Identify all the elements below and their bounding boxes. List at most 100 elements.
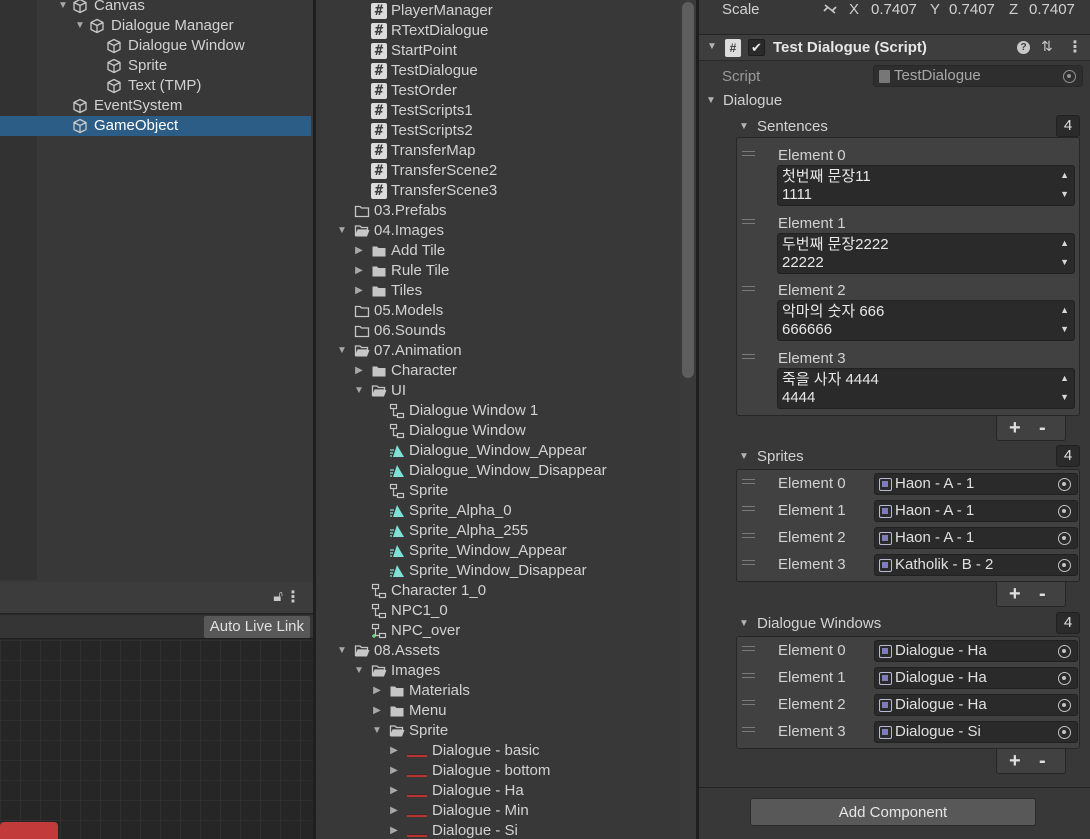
scroll-down-icon[interactable]: ▼ <box>1060 257 1069 267</box>
reorder-handle-icon[interactable] <box>742 506 755 511</box>
object-reference-field[interactable]: Dialogue - Ha <box>874 694 1078 716</box>
foldout-arrow-icon[interactable]: ▼ <box>336 341 348 361</box>
animator-graph-grid[interactable] <box>0 640 313 839</box>
sprites-count-field[interactable]: 4 <box>1056 445 1080 467</box>
project-item[interactable]: Dialogue Window 1 <box>316 401 680 421</box>
foldout-arrow-icon[interactable]: ▼ <box>353 661 365 681</box>
object-picker-icon[interactable] <box>1058 726 1071 739</box>
add-component-button[interactable]: Add Component <box>750 798 1036 826</box>
project-item[interactable]: # TransferScene2 <box>316 161 680 181</box>
project-item[interactable]: Sprite_Alpha_255 <box>316 521 680 541</box>
scroll-up-icon[interactable]: ▲ <box>1060 373 1069 383</box>
dialogue-windows-count-field[interactable]: 4 <box>1056 612 1080 634</box>
foldout-arrow-icon[interactable]: ▼ <box>739 618 749 629</box>
project-item[interactable]: ▶ Tiles <box>316 281 680 301</box>
presets-icon[interactable]: ⇅ <box>1041 38 1053 55</box>
hierarchy-item[interactable]: Sprite <box>0 56 313 76</box>
object-picker-icon[interactable] <box>1058 478 1071 491</box>
sentence-text-area[interactable]: 두번째 문장2222 22222 ▲ ▼ <box>777 232 1075 274</box>
scrollbar-thumb[interactable] <box>682 2 694 378</box>
link-broken-icon[interactable] <box>822 2 838 16</box>
project-item[interactable]: Sprite <box>316 481 680 501</box>
project-item[interactable]: ▼ Sprite <box>316 721 680 741</box>
sentence-text-area[interactable]: 죽을 사자 4444 4444 ▲ ▼ <box>777 367 1075 409</box>
foldout-arrow-icon[interactable]: ▶ <box>371 681 383 701</box>
hierarchy-item[interactable]: GameObject <box>0 116 311 136</box>
foldout-arrow-icon[interactable]: ▼ <box>706 95 716 106</box>
scroll-up-icon[interactable]: ▲ <box>1060 170 1069 180</box>
reorder-handle-icon[interactable] <box>742 673 755 678</box>
foldout-arrow-icon[interactable]: ▶ <box>353 261 365 281</box>
reorder-handle-icon[interactable] <box>742 560 755 565</box>
hierarchy-item[interactable]: Text (TMP) <box>0 76 313 96</box>
object-reference-field[interactable]: Katholik - B - 2 <box>874 554 1078 576</box>
foldout-arrow-icon[interactable]: ▶ <box>388 781 400 801</box>
foldout-arrow-icon[interactable]: ▶ <box>388 761 400 781</box>
project-item[interactable]: ▶ Materials <box>316 681 680 701</box>
foldout-arrow-icon[interactable]: ▼ <box>371 721 383 741</box>
foldout-arrow-icon[interactable]: ▼ <box>739 121 749 132</box>
project-item[interactable]: 03.Prefabs <box>316 201 680 221</box>
object-picker-icon[interactable] <box>1058 699 1071 712</box>
project-item[interactable]: ▶ Dialogue - bottom <box>316 761 680 781</box>
object-picker-icon[interactable] <box>1058 645 1071 658</box>
project-item[interactable]: ▶ Rule Tile <box>316 261 680 281</box>
component-header[interactable]: ▼ # ✔ Test Dialogue (Script) ? ⇅ ⋮ <box>699 34 1090 61</box>
project-item[interactable]: ▶ Dialogue - Ha <box>316 781 680 801</box>
foldout-arrow-icon[interactable]: ▶ <box>371 701 383 721</box>
remove-element-button[interactable]: - <box>1039 416 1046 440</box>
reorder-handle-icon[interactable] <box>742 286 755 291</box>
project-item[interactable]: # TransferMap <box>316 141 680 161</box>
project-item[interactable]: 05.Models <box>316 301 680 321</box>
object-reference-field[interactable]: Dialogue - Si <box>874 721 1078 743</box>
foldout-arrow-icon[interactable]: ▼ <box>57 0 69 16</box>
reorder-handle-icon[interactable] <box>742 353 755 359</box>
project-item[interactable]: NPC1_0 <box>316 601 680 621</box>
project-item[interactable]: Dialogue Window <box>316 421 680 441</box>
object-picker-icon[interactable] <box>1058 505 1071 518</box>
hierarchy-item[interactable]: ▼ Canvas <box>0 0 313 16</box>
sentences-count-field[interactable]: 4 <box>1056 115 1080 137</box>
reorder-handle-icon[interactable] <box>742 646 755 651</box>
project-item[interactable]: Sprite_Window_Appear <box>316 541 680 561</box>
object-reference-field[interactable]: Haon - A - 1 <box>874 473 1078 495</box>
object-picker-icon[interactable] <box>1058 672 1071 685</box>
scroll-down-icon[interactable]: ▼ <box>1060 189 1069 199</box>
scale-y-field[interactable]: 0.7407 <box>949 0 995 20</box>
object-picker-icon[interactable] <box>1058 559 1071 572</box>
project-item[interactable]: # TestScripts1 <box>316 101 680 121</box>
sentences-label[interactable]: Sentences <box>757 117 828 137</box>
foldout-arrow-icon[interactable]: ▼ <box>336 641 348 661</box>
scale-z-field[interactable]: 0.7407 <box>1029 0 1075 20</box>
project-item[interactable]: 06.Sounds <box>316 321 680 341</box>
project-item[interactable]: ▶ Dialogue - basic <box>316 741 680 761</box>
foldout-arrow-icon[interactable]: ▼ <box>739 451 749 462</box>
reorder-handle-icon[interactable] <box>742 151 755 156</box>
object-picker-icon[interactable] <box>1058 532 1071 545</box>
hierarchy-item[interactable]: Dialogue Window <box>0 36 313 56</box>
reorder-handle-icon[interactable] <box>742 533 755 538</box>
kebab-menu-icon[interactable]: ⋮ <box>1067 37 1083 57</box>
project-item[interactable]: ▼ 07.Animation <box>316 341 680 361</box>
dialogue-windows-label[interactable]: Dialogue Windows <box>757 614 881 634</box>
project-item[interactable]: ▶ Menu <box>316 701 680 721</box>
enable-checkbox[interactable]: ✔ <box>748 39 765 56</box>
foldout-arrow-icon[interactable]: ▼ <box>707 41 717 52</box>
hierarchy-item[interactable]: ▼ Dialogue Manager <box>0 16 313 36</box>
project-item[interactable]: ▼ 08.Assets <box>316 641 680 661</box>
scroll-up-icon[interactable]: ▲ <box>1060 305 1069 315</box>
project-item[interactable]: NPC_over <box>316 621 680 641</box>
sprites-label[interactable]: Sprites <box>757 447 804 467</box>
project-item[interactable]: # StartPoint <box>316 41 680 61</box>
reorder-handle-icon[interactable] <box>742 479 755 484</box>
remove-element-button[interactable]: - <box>1039 749 1046 773</box>
scale-x-field[interactable]: 0.7407 <box>871 0 917 20</box>
remove-element-button[interactable]: - <box>1039 582 1046 606</box>
foldout-arrow-icon[interactable]: ▶ <box>388 801 400 821</box>
project-item[interactable]: # TestDialogue <box>316 61 680 81</box>
project-item[interactable]: ▶ Add Tile <box>316 241 680 261</box>
lock-icon[interactable]: 🔓︎ <box>273 588 283 605</box>
project-item[interactable]: Dialogue_Window_Disappear <box>316 461 680 481</box>
hierarchy-item[interactable]: EventSystem <box>0 96 313 116</box>
project-item[interactable]: Sprite_Window_Disappear <box>316 561 680 581</box>
